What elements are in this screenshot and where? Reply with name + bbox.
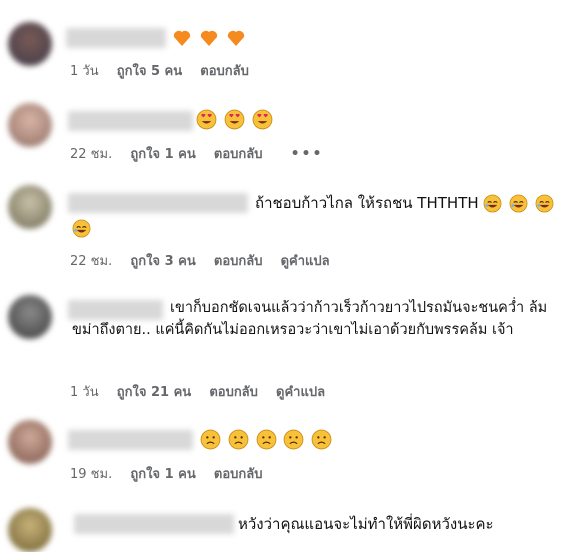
heart-icon (200, 30, 217, 46)
timestamp[interactable]: 22 ชม. (70, 147, 112, 162)
sad-face-icon (283, 429, 304, 450)
more-options-icon[interactable]: ••• (291, 146, 324, 162)
comment-meta: 1 วัน ถูกใจ 21 คน ตอบกลับ ดูคำแปล (70, 381, 339, 402)
reply-link[interactable]: ตอบกลับ (214, 467, 263, 482)
comment-text-line2 (72, 217, 93, 239)
commenter-name[interactable] (68, 193, 248, 213)
likes-count[interactable]: ถูกใจ 1 คน (130, 147, 195, 162)
reply-link[interactable]: ตอบกลับ (209, 385, 258, 400)
timestamp[interactable]: 1 วัน (70, 385, 99, 400)
reply-link[interactable]: ตอบกลับ (200, 64, 249, 79)
commenter-name[interactable] (68, 430, 193, 450)
heart-icon (227, 30, 244, 46)
rofl-icon (483, 194, 502, 213)
comment-body: หวังว่าคุณแอนจะไม่ทำให้พี่ผิดหวังนะคะ (238, 515, 494, 533)
comment-emojis (172, 26, 248, 48)
comment-emojis (196, 108, 275, 130)
timestamp[interactable]: 1 วัน (70, 64, 99, 79)
rofl-icon (72, 219, 91, 238)
timestamp[interactable]: 19 ชม. (70, 467, 112, 482)
avatar[interactable] (8, 103, 52, 147)
translate-link[interactable]: ดูคำแปล (276, 385, 325, 400)
sad-face-icon (200, 429, 221, 450)
heart-eyes-icon (252, 109, 272, 130)
translate-link[interactable]: ดูคำแปล (281, 254, 330, 269)
likes-count[interactable]: ถูกใจ 1 คน (130, 467, 195, 482)
heart-icon (173, 30, 191, 46)
likes-count[interactable]: ถูกใจ 5 คน (117, 64, 182, 79)
avatar[interactable] (8, 420, 52, 464)
rofl-icon (535, 194, 554, 213)
heart-eyes-icon (224, 109, 245, 130)
commenter-name[interactable] (66, 28, 166, 48)
reply-link[interactable]: ตอบกลับ (214, 254, 263, 269)
sad-face-icon (228, 429, 249, 450)
comment-body: ถ้าชอบก้าวไกล ให้รถชน THTHTH (255, 194, 479, 212)
avatar[interactable] (8, 185, 52, 229)
rofl-icon (509, 194, 528, 213)
avatar[interactable] (8, 295, 52, 339)
likes-count[interactable]: ถูกใจ 21 คน (117, 385, 191, 400)
sad-face-icon (256, 429, 276, 450)
sad-face-icon (311, 429, 332, 450)
likes-count[interactable]: ถูกใจ 3 คน (130, 254, 195, 269)
timestamp[interactable]: 22 ชม. (70, 254, 112, 269)
avatar[interactable] (8, 508, 52, 552)
comment-meta: 22 ชม. ถูกใจ 1 คน ตอบกลับ ••• (70, 143, 337, 164)
comment-body: เขาก็บอกชัดเจนแล้วว่าก้าวเร็วก้าวยาวไปรถ… (72, 300, 548, 338)
avatar[interactable] (8, 22, 52, 66)
comment-meta: 19 ชม. ถูกใจ 1 คน ตอบกลับ (70, 463, 276, 484)
comment-emojis (200, 428, 334, 450)
commenter-name[interactable] (68, 111, 193, 131)
heart-eyes-icon (196, 109, 217, 130)
reply-link[interactable]: ตอบกลับ (214, 147, 263, 162)
commenter-name[interactable] (74, 514, 234, 534)
comment-text: ถ้าชอบก้าวไกล ให้รถชน THTHTH (255, 192, 565, 214)
comment-meta: 22 ชม. ถูกใจ 3 คน ตอบกลับ ดูคำแปล (70, 250, 344, 271)
comment-meta: 1 วัน ถูกใจ 5 คน ตอบกลับ (70, 60, 263, 81)
